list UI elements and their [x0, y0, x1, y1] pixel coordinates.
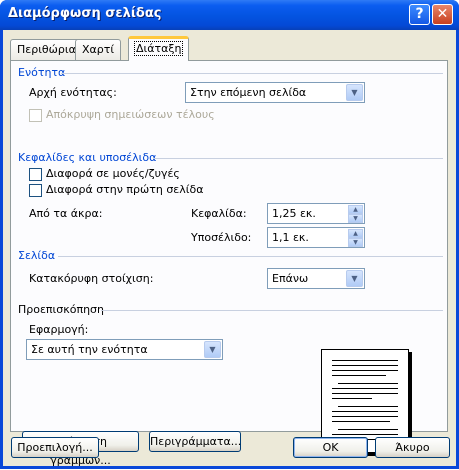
- footer-distance-value: 1,1 εκ.: [272, 231, 309, 244]
- spin-down-icon[interactable]: ▼: [348, 238, 363, 247]
- preview-line: [332, 370, 398, 371]
- preview-line: [332, 393, 398, 394]
- preview-separator: [101, 310, 443, 311]
- suppress-endnotes-checkbox[interactable]: [29, 109, 42, 122]
- header-distance-label: Κεφαλίδα:: [191, 207, 247, 220]
- dialog-client-area: Περιθώρια Χαρτί Διάταξη Ενότητα Αρχή ενό…: [3, 30, 456, 467]
- footer-distance-label: Υποσέλιδο:: [191, 231, 252, 244]
- tab-margins-label: Περιθώρια: [17, 43, 76, 56]
- section-group-title: Ενότητα: [18, 66, 66, 79]
- tab-layout-label: Διάταξη: [133, 41, 184, 56]
- chevron-down-icon[interactable]: ▼: [204, 341, 221, 358]
- header-distance-value: 1,25 εκ.: [272, 207, 316, 220]
- first-page-label: Διαφορά στην πρώτη σελίδα: [46, 183, 204, 196]
- vertical-alignment-dropdown[interactable]: Επάνω ▼: [267, 268, 365, 289]
- preview-line: [332, 416, 398, 417]
- tab-layout[interactable]: Διάταξη: [128, 36, 190, 61]
- first-page-checkbox[interactable]: [29, 184, 42, 197]
- preview-line: [332, 388, 398, 389]
- headers-footers-group-title: Κεφαλίδες και υποσέλιδα: [18, 151, 157, 164]
- close-button[interactable]: ✕: [432, 4, 453, 25]
- apply-to-value: Σε αυτή την ενότητα: [31, 343, 148, 356]
- suppress-endnotes-label: Απόκρυψη σημειώσεων τέλους: [46, 108, 215, 121]
- spin-up-icon[interactable]: ▲: [348, 205, 363, 214]
- vertical-alignment-label: Κατακόρυφη στοίχιση:: [29, 272, 154, 285]
- preview-line: [332, 398, 372, 399]
- preview-line: [332, 375, 386, 376]
- tab-paper-label: Χαρτί: [82, 43, 115, 56]
- section-separator: [61, 73, 443, 74]
- preview-line: [338, 406, 398, 407]
- preview-line: [332, 365, 398, 366]
- cancel-button[interactable]: Άκυρο: [375, 437, 450, 458]
- odd-even-checkbox[interactable]: [29, 168, 42, 181]
- odd-even-label: Διαφορά σε μονές/ζυγές: [46, 167, 180, 180]
- preview-line: [332, 434, 398, 435]
- preview-line: [332, 360, 398, 361]
- headers-footers-separator: [153, 158, 443, 159]
- default-button[interactable]: Προεπιλογή...: [11, 437, 99, 458]
- tab-paper[interactable]: Χαρτί: [75, 39, 122, 60]
- layout-tab-panel: Ενότητα Αρχή ενότητας: Στην επόμενη σελί…: [10, 60, 448, 467]
- preview-line: [332, 421, 390, 422]
- apply-to-label: Εφαρμογή:: [29, 323, 89, 336]
- preview-line: [338, 429, 398, 430]
- footer-distance-spinner[interactable]: 1,1 εκ. ▲ ▼: [267, 227, 365, 248]
- window-title: Διαμόρφωση σελίδας: [8, 6, 162, 21]
- header-distance-spinner[interactable]: 1,25 εκ. ▲ ▼: [267, 203, 365, 224]
- preview-line: [332, 411, 398, 412]
- apply-to-dropdown[interactable]: Σε αυτή την ενότητα ▼: [26, 339, 223, 360]
- from-edge-label: Από τα άκρα:: [29, 207, 103, 220]
- help-button[interactable]: ?: [409, 4, 430, 25]
- page-separator: [58, 256, 443, 257]
- section-start-value: Στην επόμενη σελίδα: [190, 86, 307, 99]
- vertical-alignment-value: Επάνω: [272, 272, 309, 285]
- chevron-down-icon[interactable]: ▼: [346, 84, 363, 101]
- section-start-label: Αρχή ενότητας:: [29, 86, 117, 99]
- page-group-title: Σελίδα: [18, 249, 56, 262]
- section-start-dropdown[interactable]: Στην επόμενη σελίδα ▼: [185, 82, 365, 103]
- preview-group-title: Προεπισκόπηση: [18, 303, 104, 316]
- ok-button[interactable]: OK: [293, 437, 368, 458]
- borders-button[interactable]: Περιγράμματα...: [149, 431, 241, 452]
- chevron-down-icon[interactable]: ▼: [346, 270, 363, 287]
- tab-margins[interactable]: Περιθώρια: [10, 39, 83, 60]
- spin-up-icon[interactable]: ▲: [348, 229, 363, 238]
- preview-line: [338, 383, 398, 384]
- title-bar[interactable]: Διαμόρφωση σελίδας ? ✕: [0, 0, 459, 30]
- page-setup-dialog: Διαμόρφωση σελίδας ? ✕ Περιθώρια Χαρτί Δ…: [0, 0, 459, 469]
- spin-down-icon[interactable]: ▼: [348, 214, 363, 223]
